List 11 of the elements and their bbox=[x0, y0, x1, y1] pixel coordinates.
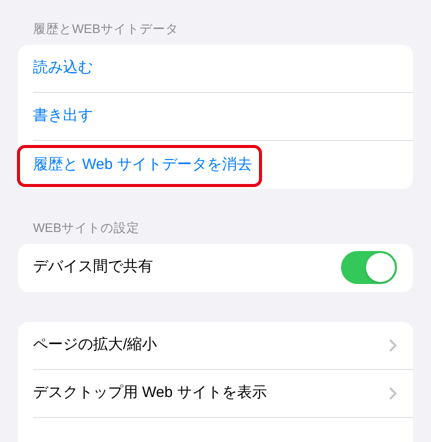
setting-label[interactable]: デスクトップ用 Web サイトを表示 bbox=[33, 382, 267, 404]
setting-label[interactable]: ページの拡大/縮小 bbox=[33, 334, 158, 356]
toggle-switch[interactable] bbox=[341, 251, 397, 284]
section-header: WEBサイトの設定 bbox=[32, 220, 140, 237]
setting-label: デバイス間で共有 bbox=[33, 257, 153, 278]
chevron-right-icon bbox=[389, 338, 397, 352]
action-link[interactable]: 履歴と Web サイトデータを消去 bbox=[33, 154, 252, 176]
action-link[interactable]: 読み込む bbox=[33, 57, 93, 80]
section-header: 履歴とWEBサイトデータ bbox=[32, 21, 180, 38]
chevron-right-icon bbox=[389, 386, 397, 400]
action-link[interactable]: 書き出す bbox=[33, 105, 93, 128]
